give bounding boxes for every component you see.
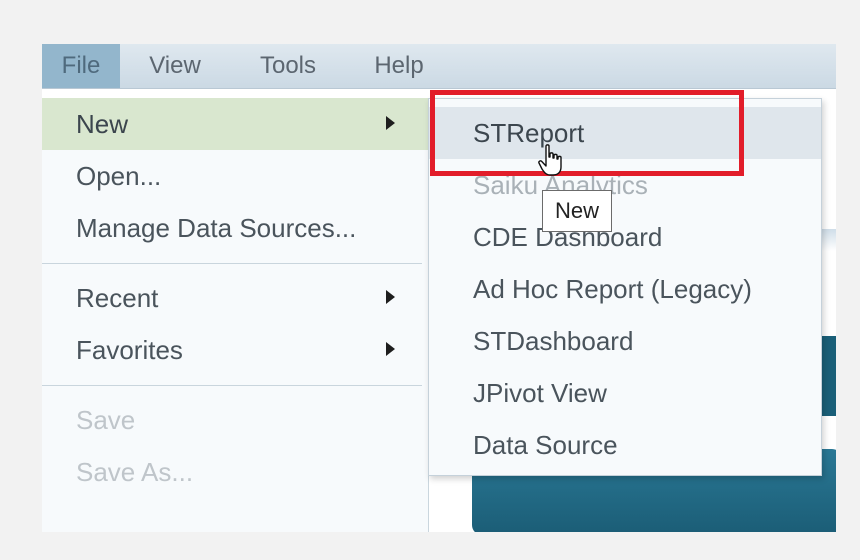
menu-item-label: Manage Data Sources...	[76, 213, 357, 243]
submenu-item-cde-dashboard[interactable]: CDE Dashboard	[429, 211, 821, 263]
app-window: File View Tools Help New Open... Manage …	[42, 44, 836, 532]
submenu-item-data-source[interactable]: Data Source	[429, 419, 821, 471]
submenu-item-stdashboard[interactable]: STDashboard	[429, 315, 821, 367]
hand-pointer-icon	[538, 144, 562, 176]
menu-item-label: Favorites	[76, 335, 183, 365]
submenu-item-label: Ad Hoc Report (Legacy)	[473, 274, 752, 304]
menu-item-label: Save As...	[76, 457, 194, 487]
menubar-tools[interactable]: Tools	[242, 44, 334, 88]
menu-item-favorites[interactable]: Favorites	[42, 324, 428, 376]
submenu-arrow-icon	[386, 342, 395, 356]
submenu-item-ad-hoc-report[interactable]: Ad Hoc Report (Legacy)	[429, 263, 821, 315]
submenu-arrow-icon	[386, 290, 395, 304]
submenu-item-label: JPivot View	[473, 378, 607, 408]
menu-item-save-as: Save As...	[42, 446, 428, 498]
submenu-item-label: Data Source	[473, 430, 618, 460]
file-menu: New Open... Manage Data Sources... Recen…	[42, 98, 429, 532]
annotation-highlight-box	[430, 90, 744, 176]
menu-separator	[42, 263, 422, 264]
menu-item-label: Open...	[76, 161, 162, 191]
submenu-item-jpivot-view[interactable]: JPivot View	[429, 367, 821, 419]
menu-separator	[42, 385, 422, 386]
submenu-arrow-icon	[386, 116, 395, 130]
menu-item-open[interactable]: Open...	[42, 150, 428, 202]
tooltip: New	[542, 190, 613, 232]
menu-item-label: Save	[76, 405, 136, 435]
menubar-file[interactable]: File	[42, 44, 120, 88]
menu-item-recent[interactable]: Recent	[42, 272, 428, 324]
menu-item-save: Save	[42, 394, 428, 446]
submenu-item-label: STDashboard	[473, 326, 634, 356]
menubar: File View Tools Help	[42, 44, 836, 89]
menu-item-manage-data-sources[interactable]: Manage Data Sources...	[42, 202, 428, 254]
menu-item-label: Recent	[76, 283, 159, 313]
menubar-help[interactable]: Help	[358, 44, 440, 88]
menu-item-label: New	[76, 109, 129, 139]
menubar-view[interactable]: View	[132, 44, 218, 88]
menu-item-new[interactable]: New	[42, 98, 428, 150]
